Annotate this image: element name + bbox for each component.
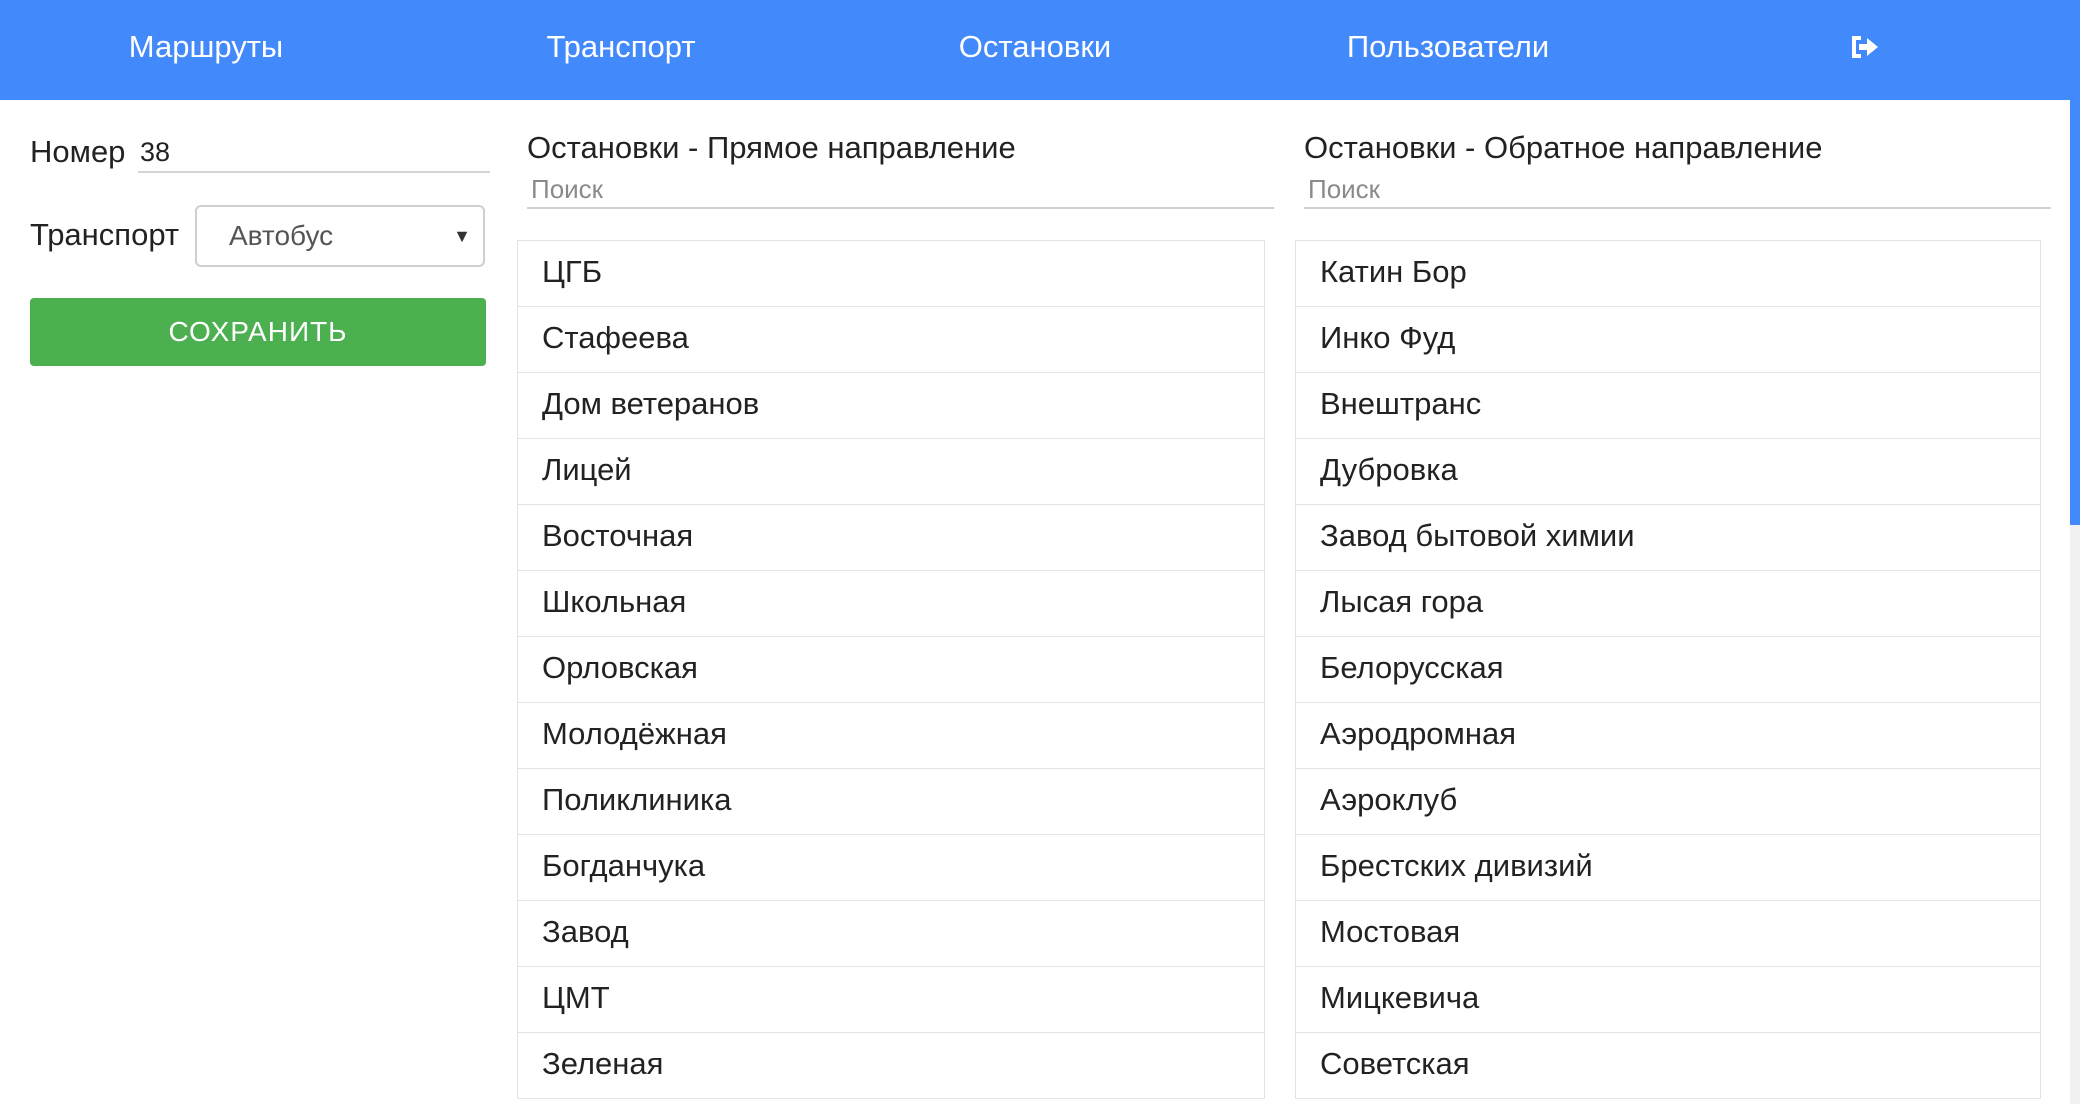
list-item[interactable]: Мицкевича xyxy=(1296,967,2040,1033)
forward-stops-title: Остановки - Прямое направление xyxy=(527,130,1016,165)
sign-out-icon xyxy=(1848,29,1880,64)
list-item[interactable]: Дом ветеранов xyxy=(518,373,1264,439)
number-input[interactable] xyxy=(138,133,490,173)
page-scrollbar[interactable] xyxy=(2070,0,2080,1104)
list-item[interactable]: Школьная xyxy=(518,571,1264,637)
transport-label: Транспорт xyxy=(30,217,180,252)
list-item[interactable]: Брестских дивизий xyxy=(1296,835,2040,901)
list-item[interactable]: Молодёжная xyxy=(518,703,1264,769)
list-item[interactable]: Аэроклуб xyxy=(1296,769,2040,835)
forward-search-input[interactable] xyxy=(527,171,1274,209)
list-item[interactable]: Лицей xyxy=(518,439,1264,505)
list-item[interactable]: Завод бытовой химии xyxy=(1296,505,2040,571)
list-item[interactable]: Орловская xyxy=(518,637,1264,703)
top-navbar: Маршруты Транспорт Остановки Пользовател… xyxy=(0,0,2070,100)
backward-stops-list: Катин Бор Инко Фуд Внештранс Дубровка Завод … xyxy=(1295,240,2041,1099)
list-item[interactable]: Дубровка xyxy=(1296,439,2040,505)
nav-transport[interactable]: Транспорт xyxy=(471,0,771,94)
list-item[interactable]: Аэродромная xyxy=(1296,703,2040,769)
nav-routes[interactable]: Маршруты xyxy=(56,0,356,94)
list-item[interactable]: Завод xyxy=(518,901,1264,967)
list-item[interactable]: Зеленая xyxy=(518,1033,1264,1099)
list-item[interactable]: ЦМТ xyxy=(518,967,1264,1033)
number-label: Номер xyxy=(30,134,126,169)
list-item[interactable]: Внештранс xyxy=(1296,373,2040,439)
list-item[interactable]: Лысая гора xyxy=(1296,571,2040,637)
list-item[interactable]: Катин Бор xyxy=(1296,241,2040,307)
list-item[interactable]: Стафеева xyxy=(518,307,1264,373)
logout-button[interactable] xyxy=(1714,0,2014,94)
nav-users[interactable]: Пользователи xyxy=(1298,0,1598,94)
list-item[interactable]: Советская xyxy=(1296,1033,2040,1099)
backward-stops-title: Остановки - Обратное направление xyxy=(1304,130,1823,165)
list-item[interactable]: Поликлиника xyxy=(518,769,1264,835)
transport-select[interactable]: Автобус ▼ xyxy=(195,205,485,267)
list-item[interactable]: Инко Фуд xyxy=(1296,307,2040,373)
list-item[interactable]: Мостовая xyxy=(1296,901,2040,967)
list-item[interactable]: ЦГБ xyxy=(518,241,1264,307)
dropdown-arrow-icon: ▼ xyxy=(453,226,471,246)
save-button[interactable]: СОХРАНИТЬ xyxy=(30,298,486,366)
forward-stops-list: ЦГБ Стафеева Дом ветеранов Лицей Восточная Шк… xyxy=(517,240,1265,1099)
scrollbar-thumb[interactable] xyxy=(2070,0,2080,525)
transport-selected-value: Автобус xyxy=(229,220,334,251)
list-item[interactable]: Богданчука xyxy=(518,835,1264,901)
backward-search-input[interactable] xyxy=(1304,171,2051,209)
list-item[interactable]: Восточная xyxy=(518,505,1264,571)
nav-stops[interactable]: Остановки xyxy=(885,0,1185,94)
list-item[interactable]: Белорусская xyxy=(1296,637,2040,703)
